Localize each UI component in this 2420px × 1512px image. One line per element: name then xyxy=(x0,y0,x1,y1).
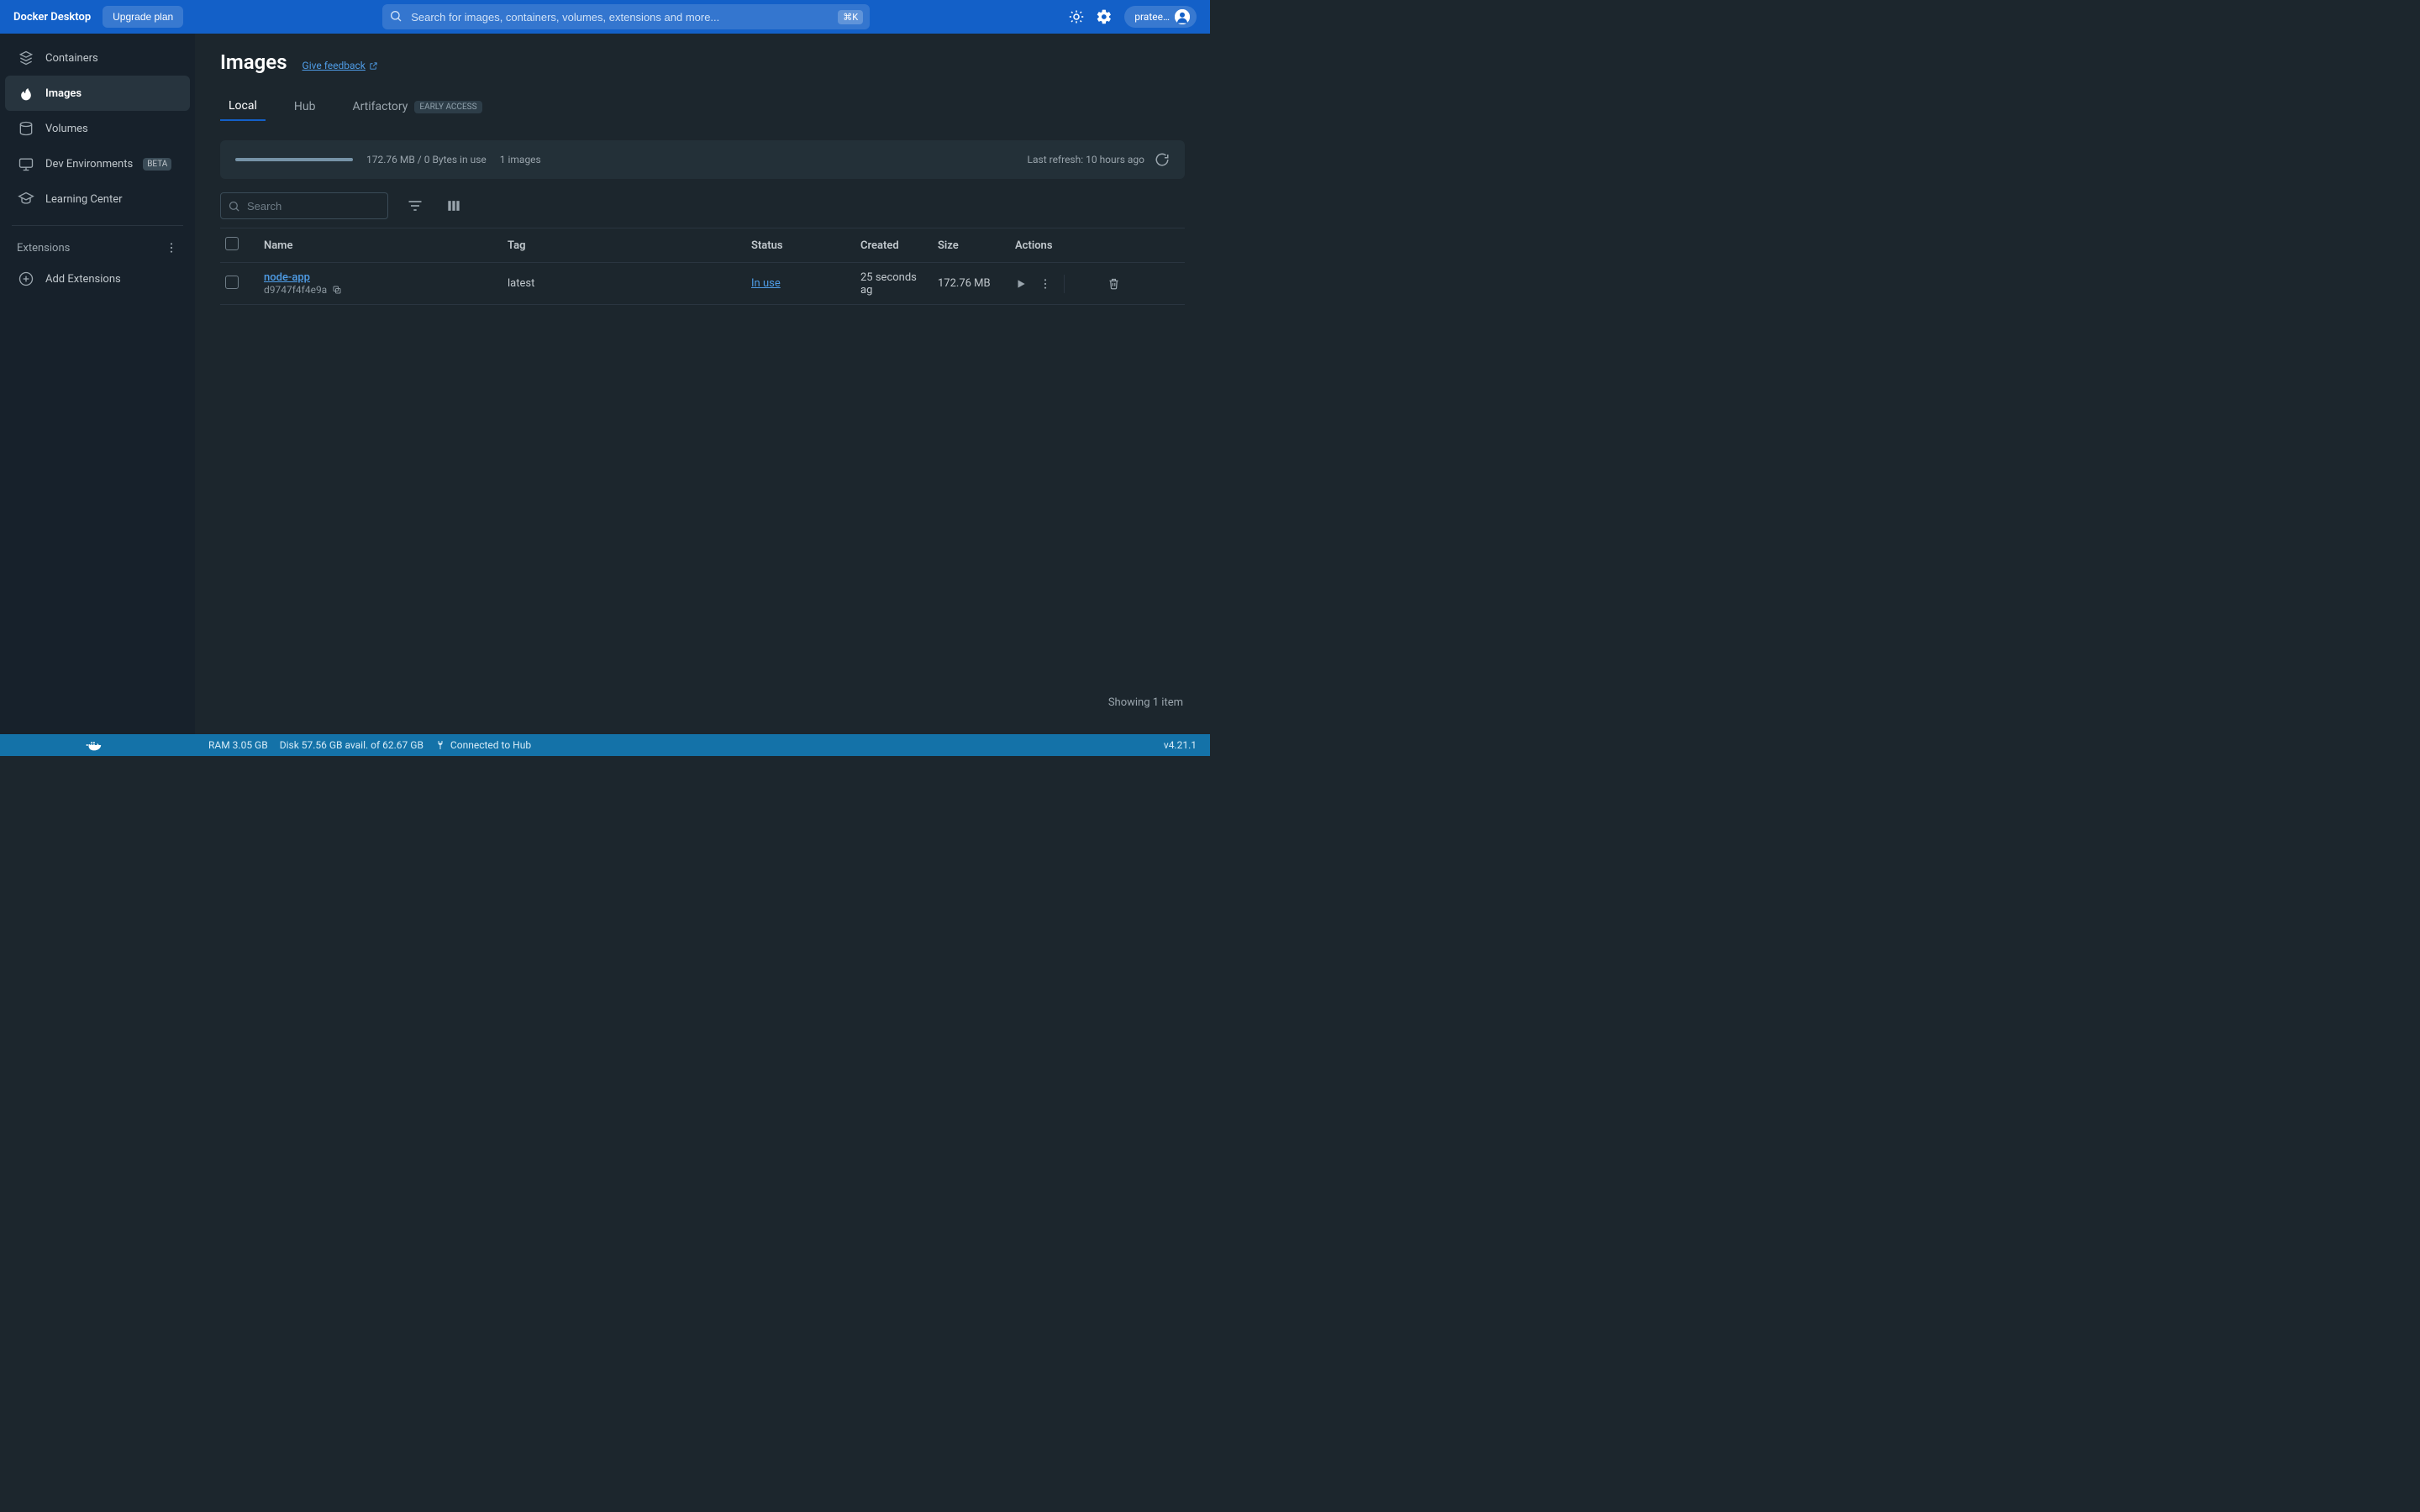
main-content: Images Give feedback Local Hub Artifacto… xyxy=(195,34,1210,734)
sidebar-item-label: Learning Center xyxy=(45,193,123,206)
more-options-icon[interactable] xyxy=(1039,277,1052,291)
external-link-icon xyxy=(369,61,378,71)
table-row[interactable]: node-app d9747f4f4e9a latest In use 25 s… xyxy=(220,263,1185,305)
containers-icon xyxy=(17,49,35,67)
cell-actions xyxy=(1010,275,1102,293)
tab-artifactory[interactable]: Artifactory EARLY ACCESS xyxy=(344,92,490,121)
tabs: Local Hub Artifactory EARLY ACCESS xyxy=(220,92,1185,122)
sidebar-item-learning-center[interactable]: Learning Center xyxy=(5,181,190,217)
columns-icon[interactable] xyxy=(442,194,466,218)
run-icon[interactable] xyxy=(1015,278,1027,290)
learning-icon xyxy=(17,190,35,208)
sidebar-divider xyxy=(12,225,183,226)
usage-fill xyxy=(235,158,353,161)
sidebar: Containers Images Volumes Dev Environmen… xyxy=(0,34,195,734)
cell-name: node-app d9747f4f4e9a xyxy=(259,271,502,296)
tab-label: Hub xyxy=(294,100,316,113)
extensions-header-label: Extensions xyxy=(17,242,70,255)
cell-created: 25 seconds ag xyxy=(855,271,933,297)
user-menu[interactable]: pratee… xyxy=(1124,6,1197,28)
avatar-icon xyxy=(1175,9,1190,24)
sidebar-item-add-extensions[interactable]: Add Extensions xyxy=(5,261,190,297)
tab-local[interactable]: Local xyxy=(220,92,266,121)
usage-count: 1 images xyxy=(500,154,541,165)
dev-env-icon xyxy=(17,155,35,173)
header-name[interactable]: Name xyxy=(259,239,502,252)
row-checkbox[interactable] xyxy=(220,276,259,292)
usage-summary: 172.76 MB / 0 Bytes in use xyxy=(366,154,487,165)
sidebar-item-images[interactable]: Images xyxy=(5,76,190,111)
give-feedback-link[interactable]: Give feedback xyxy=(302,60,378,71)
extensions-header: Extensions xyxy=(5,234,190,261)
settings-icon[interactable] xyxy=(1096,8,1113,25)
cell-tag: latest xyxy=(502,277,746,290)
sidebar-item-volumes[interactable]: Volumes xyxy=(5,111,190,146)
cell-size: 172.76 MB xyxy=(933,277,1010,290)
brand: Docker Desktop xyxy=(13,11,91,24)
action-separator xyxy=(1064,275,1065,293)
page-title: Images xyxy=(220,50,287,74)
global-search-input[interactable] xyxy=(411,11,831,24)
header-tag[interactable]: Tag xyxy=(502,239,746,252)
upgrade-plan-button[interactable]: Upgrade plan xyxy=(103,6,183,28)
sidebar-item-label: Add Extensions xyxy=(45,273,121,286)
volumes-icon xyxy=(17,119,35,138)
status-disk: Disk 57.56 GB avail. of 62.67 GB xyxy=(280,739,424,751)
sidebar-item-containers[interactable]: Containers xyxy=(5,40,190,76)
header-created[interactable]: Created xyxy=(855,239,933,252)
search-icon xyxy=(389,9,404,24)
sidebar-item-dev-environments[interactable]: Dev Environments BETA xyxy=(5,146,190,181)
copy-icon[interactable] xyxy=(332,285,342,295)
header-status[interactable]: Status xyxy=(746,239,855,252)
table-header-row: Name Tag Status Created Size Actions xyxy=(220,228,1185,263)
topbar: Docker Desktop Upgrade plan ⌘K pratee… xyxy=(0,0,1210,34)
username-label: pratee… xyxy=(1134,11,1170,23)
global-search-wrapper: ⌘K xyxy=(195,4,1057,29)
sidebar-item-label: Volumes xyxy=(45,123,88,135)
status-connection: Connected to Hub xyxy=(450,739,531,751)
statusbar: RAM 3.05 GB Disk 57.56 GB avail. of 62.6… xyxy=(0,734,1210,756)
plus-circle-icon xyxy=(17,270,35,288)
tab-label: Artifactory xyxy=(352,100,408,113)
local-search-input[interactable] xyxy=(247,200,395,213)
table-footer-count: Showing 1 item xyxy=(220,688,1185,717)
extensions-menu-icon[interactable] xyxy=(165,241,178,255)
sidebar-item-label: Dev Environments xyxy=(45,158,133,171)
cell-delete xyxy=(1102,277,1136,290)
feedback-label: Give feedback xyxy=(302,60,366,71)
sidebar-item-label: Containers xyxy=(45,52,98,65)
search-icon xyxy=(228,200,240,213)
status-link[interactable]: In use xyxy=(751,277,781,290)
plug-icon xyxy=(435,740,445,750)
toolbar-row xyxy=(220,192,1185,219)
last-refresh-label: Last refresh: 10 hours ago xyxy=(1028,154,1144,165)
usage-track xyxy=(235,158,353,161)
early-access-badge: EARLY ACCESS xyxy=(414,101,481,113)
bug-icon[interactable] xyxy=(1069,9,1084,24)
tab-hub[interactable]: Hub xyxy=(286,92,324,121)
filter-icon[interactable] xyxy=(403,194,427,218)
images-icon xyxy=(17,84,35,102)
topbar-right: pratee… xyxy=(1069,6,1197,28)
image-name-link[interactable]: node-app xyxy=(264,271,310,284)
status-ram: RAM 3.05 GB xyxy=(208,739,268,751)
images-table: Name Tag Status Created Size Actions nod… xyxy=(220,228,1185,305)
global-search[interactable]: ⌘K xyxy=(382,4,870,29)
header-checkbox[interactable] xyxy=(220,237,259,254)
beta-badge: BETA xyxy=(143,158,171,171)
whale-icon xyxy=(84,736,103,754)
image-id: d9747f4f4e9a xyxy=(264,284,327,296)
cell-status: In use xyxy=(746,277,855,290)
local-search[interactable] xyxy=(220,192,388,219)
usage-panel: 172.76 MB / 0 Bytes in use 1 images Last… xyxy=(220,140,1185,179)
delete-icon[interactable] xyxy=(1107,277,1120,290)
header-actions: Actions xyxy=(1010,239,1102,252)
header-size[interactable]: Size xyxy=(933,239,1010,252)
search-shortcut: ⌘K xyxy=(838,10,863,24)
sidebar-item-label: Images xyxy=(45,87,82,100)
docker-engine-status[interactable] xyxy=(0,736,195,754)
refresh-icon[interactable] xyxy=(1155,152,1170,167)
status-version[interactable]: v4.21.1 xyxy=(1164,739,1210,751)
tab-label: Local xyxy=(229,99,257,113)
